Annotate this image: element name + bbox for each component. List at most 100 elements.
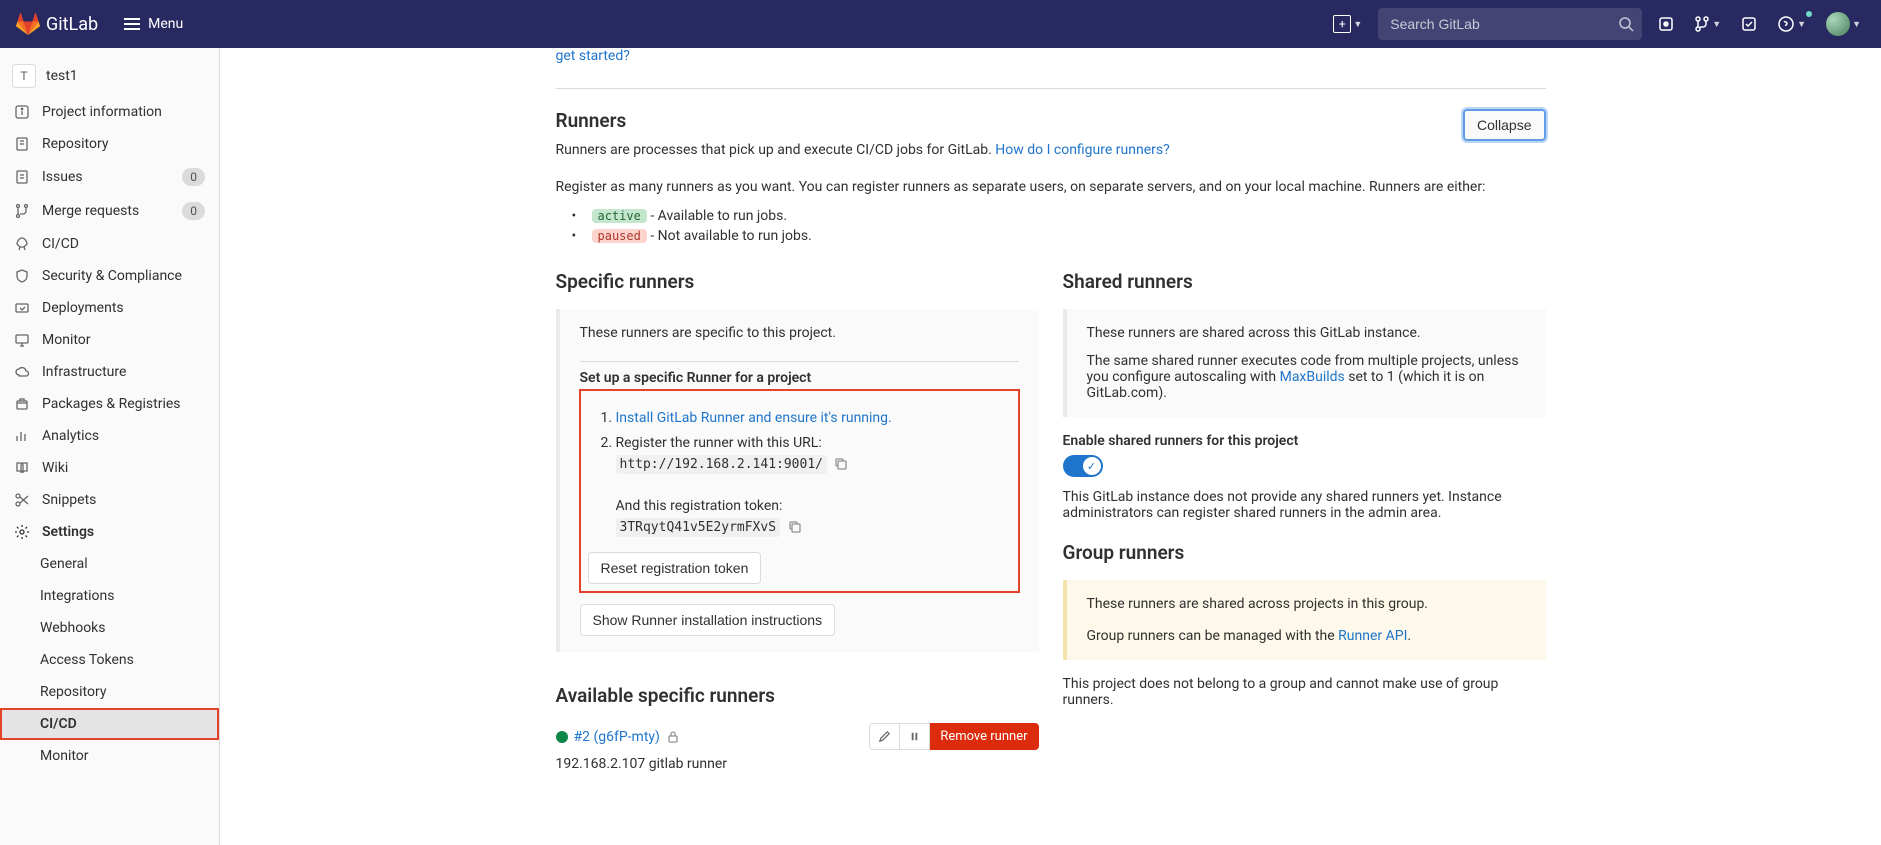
show-instructions-button[interactable]: Show Runner installation instructions: [580, 604, 836, 636]
sidebar-item-settings[interactable]: Settings: [0, 516, 219, 548]
runners-register-note: Register as many runners as you want. Yo…: [556, 177, 1546, 198]
sidebar-item-label: Security & Compliance: [42, 268, 205, 284]
sidebar-sub-webhooks[interactable]: Webhooks: [0, 612, 219, 644]
group-line1: These runners are shared across projects…: [1087, 596, 1526, 612]
sidebar-sub-integrations[interactable]: Integrations: [0, 580, 219, 612]
todos-shortcut[interactable]: [1737, 12, 1761, 36]
specific-intro: These runners are specific to this proje…: [580, 325, 1019, 341]
mr-badge: 0: [182, 202, 205, 220]
user-menu[interactable]: ▼: [1822, 8, 1865, 40]
specific-runners-panel: These runners are specific to this proje…: [556, 309, 1039, 652]
active-pill: active: [592, 209, 647, 223]
rocket-icon: [14, 236, 30, 252]
shared-instance-note: This GitLab instance does not provide an…: [1063, 489, 1546, 521]
runners-description: Runners are processes that pick up and e…: [556, 140, 1464, 161]
sidebar-item-snippets[interactable]: Snippets: [0, 484, 219, 516]
hamburger-icon: [124, 18, 140, 30]
sidebar-item-repository[interactable]: Repository: [0, 128, 219, 160]
runner-states-list: active - Available to run jobs. paused -…: [556, 206, 1546, 246]
repository-icon: [14, 136, 30, 152]
sidebar-sub-cicd[interactable]: CI/CD: [0, 708, 219, 740]
registration-token: 3TRqytQ41v5E2yrmFXvS: [616, 518, 781, 537]
pause-runner-button[interactable]: [900, 723, 930, 750]
edit-runner-button[interactable]: [869, 723, 900, 750]
search-input[interactable]: [1378, 8, 1642, 40]
remove-runner-button[interactable]: Remove runner: [930, 723, 1038, 750]
sidebar-item-infrastructure[interactable]: Infrastructure: [0, 356, 219, 388]
search-icon[interactable]: [1618, 16, 1634, 32]
runner-link[interactable]: #2 (g6fP-mty): [574, 729, 660, 745]
runner-api-link[interactable]: Runner API: [1338, 628, 1407, 644]
shared-runners-panel: These runners are shared across this Git…: [1063, 309, 1546, 417]
pencil-icon: [878, 730, 891, 743]
project-sidebar: T test1 Project information Repository I…: [0, 48, 220, 845]
project-header[interactable]: T test1: [0, 56, 219, 96]
sidebar-item-merge-requests[interactable]: Merge requests 0: [0, 194, 219, 228]
runner-description: 192.168.2.107 gitlab runner: [556, 756, 1039, 772]
sidebar-item-analytics[interactable]: Analytics: [0, 420, 219, 452]
chevron-down-icon: ▼: [1797, 19, 1806, 30]
sidebar-item-label: Monitor: [42, 332, 205, 348]
enable-shared-label: Enable shared runners for this project: [1063, 433, 1546, 449]
merge-icon: [1694, 16, 1710, 32]
list-item: Install GitLab Runner and ensure it's ru…: [616, 406, 1011, 431]
project-avatar: T: [12, 64, 36, 88]
info-icon: [14, 104, 30, 120]
copy-url-button[interactable]: [834, 457, 848, 471]
group-line2: Group runners can be managed with the Ru…: [1087, 628, 1526, 644]
install-runner-link[interactable]: Install GitLab Runner and ensure it's ru…: [616, 410, 892, 426]
menu-button[interactable]: Menu: [114, 10, 193, 38]
collapse-button[interactable]: Collapse: [1463, 109, 1545, 141]
gitlab-logo[interactable]: GitLab: [16, 12, 98, 36]
reset-token-button[interactable]: Reset registration token: [588, 552, 762, 584]
runner-row: #2 (g6fP-mty) Remove runner: [556, 723, 1039, 750]
issues-icon: [1658, 16, 1674, 32]
copy-token-button[interactable]: [788, 520, 802, 534]
new-dropdown[interactable]: + ▼: [1329, 11, 1366, 37]
sidebar-item-project-information[interactable]: Project information: [0, 96, 219, 128]
sidebar-item-cicd[interactable]: CI/CD: [0, 228, 219, 260]
divider: [556, 88, 1546, 89]
sidebar-sub-monitor[interactable]: Monitor: [0, 740, 219, 772]
sidebar-item-packages[interactable]: Packages & Registries: [0, 388, 219, 420]
runners-heading: Runners: [556, 109, 1464, 132]
issues-badge: 0: [182, 168, 205, 186]
shield-icon: [14, 268, 30, 284]
sidebar-item-label: Snippets: [42, 492, 205, 508]
merge-icon: [14, 203, 30, 219]
status-dot-active: [556, 731, 568, 743]
maxbuilds-link[interactable]: MaxBuilds: [1280, 369, 1345, 385]
monitor-icon: [14, 332, 30, 348]
sidebar-item-security[interactable]: Security & Compliance: [0, 260, 219, 292]
sidebar-sub-repository[interactable]: Repository: [0, 676, 219, 708]
registration-highlight-box: Install GitLab Runner and ensure it's ru…: [580, 390, 1019, 592]
sidebar-item-label: Analytics: [42, 428, 205, 444]
sidebar-item-wiki[interactable]: Wiki: [0, 452, 219, 484]
chevron-down-icon: ▼: [1712, 19, 1721, 30]
configure-runners-link[interactable]: How do I configure runners?: [995, 142, 1169, 158]
sidebar-item-deployments[interactable]: Deployments: [0, 292, 219, 324]
runner-actions: Remove runner: [869, 723, 1038, 750]
gear-icon: [14, 524, 30, 540]
help-dropdown[interactable]: ▼: [1773, 11, 1810, 37]
sidebar-sub-access-tokens[interactable]: Access Tokens: [0, 644, 219, 676]
brand-text: GitLab: [46, 14, 98, 35]
shared-runners-toggle[interactable]: [1063, 455, 1103, 477]
shared-note: The same shared runner executes code fro…: [1087, 353, 1526, 401]
sidebar-sub-general[interactable]: General: [0, 548, 219, 580]
chevron-down-icon: ▼: [1353, 19, 1362, 30]
sidebar-item-label: Wiki: [42, 460, 205, 476]
truncated-link[interactable]: get started?: [556, 48, 1546, 64]
group-below-note: This project does not belong to a group …: [1063, 676, 1546, 708]
registration-url: http://192.168.2.141:9001/: [616, 455, 828, 474]
todos-icon: [1741, 16, 1757, 32]
shared-runners-heading: Shared runners: [1063, 270, 1546, 293]
issues-shortcut[interactable]: [1654, 12, 1678, 36]
merge-requests-shortcut[interactable]: ▼: [1690, 12, 1725, 36]
sidebar-item-label: Infrastructure: [42, 364, 205, 380]
chart-icon: [14, 428, 30, 444]
sidebar-item-issues[interactable]: Issues 0: [0, 160, 219, 194]
sidebar-item-monitor[interactable]: Monitor: [0, 324, 219, 356]
list-item: active - Available to run jobs.: [592, 206, 1546, 226]
deployments-icon: [14, 300, 30, 316]
